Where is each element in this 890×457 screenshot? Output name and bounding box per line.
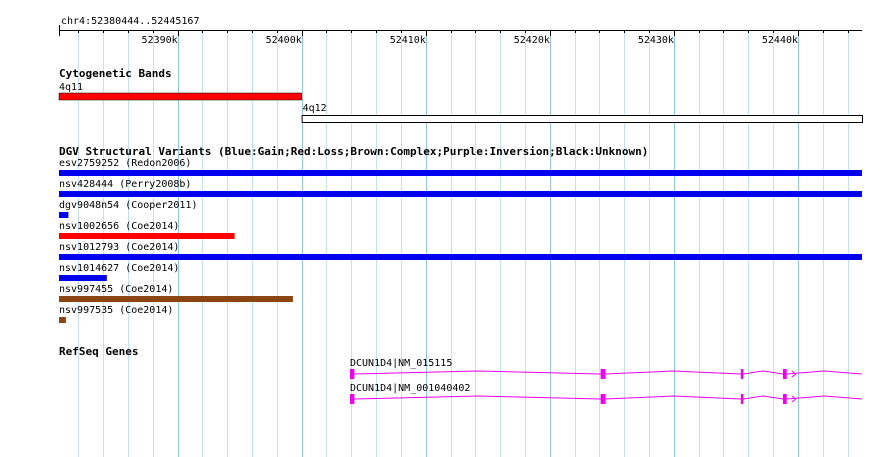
ruler-tick-label: 52420k xyxy=(513,35,550,46)
dgv-variant-label: nsv1012793 (Coe2014) xyxy=(59,242,180,253)
dgv-variant-label: nsv428444 (Perry2008b) xyxy=(59,179,192,190)
dgv-variant-bar xyxy=(59,296,293,302)
refseq-gene-label: DCUN1D4|NM_001040402 xyxy=(350,383,471,394)
gene-exon xyxy=(600,369,606,379)
gene-exon xyxy=(740,369,744,379)
gene-exon xyxy=(600,394,606,404)
ruler-tick-label: 52410k xyxy=(389,35,426,46)
dgv-variant-bar xyxy=(59,170,862,176)
cytoband-label: 4q11 xyxy=(59,82,84,93)
dgv-variant-label: nsv1002656 (Coe2014) xyxy=(59,221,180,232)
gene-exon xyxy=(740,394,744,404)
ruler-tick-label: 52400k xyxy=(265,35,302,46)
gene-exon xyxy=(350,394,355,404)
dgv-variant-label: nsv997455 (Coe2014) xyxy=(59,284,174,295)
genome-browser-panel: chr4:52380444..52445167 Cytogenetic Band… xyxy=(0,0,890,457)
cytoband-bar xyxy=(58,92,302,101)
refseq-track-title: RefSeq Genes xyxy=(59,345,139,358)
cytoband-bar xyxy=(301,115,863,123)
refseq-gene-label: DCUN1D4|NM_015115 xyxy=(350,358,453,369)
cytoband-track-title: Cytogenetic Bands xyxy=(59,67,172,80)
dgv-variant-label: nsv1014627 (Coe2014) xyxy=(59,263,180,274)
dgv-track-title: DGV Structural Variants (Blue:Gain;Red:L… xyxy=(59,145,649,158)
gene-exon xyxy=(783,369,787,379)
dgv-variant-bar xyxy=(59,191,862,197)
dgv-variant-label: dgv9048n54 (Cooper2011) xyxy=(59,200,198,211)
dgv-variant-bar xyxy=(59,275,107,281)
dgv-variant-label: nsv997535 (Coe2014) xyxy=(59,305,174,316)
gene-exon xyxy=(783,394,787,404)
ruler-tick-label: 52390k xyxy=(141,35,178,46)
dgv-variant-bar xyxy=(59,212,69,218)
gene-exon xyxy=(350,369,355,379)
ruler-tick-label: 52430k xyxy=(637,35,674,46)
dgv-variant-bar xyxy=(59,233,235,239)
dgv-variant-bar xyxy=(59,317,66,323)
dgv-variant-bar xyxy=(59,254,862,260)
cytoband-label: 4q12 xyxy=(302,103,327,114)
dgv-variant-label: esv2759252 (Redon2006) xyxy=(59,158,192,169)
ruler-tick-label: 52440k xyxy=(761,35,799,46)
